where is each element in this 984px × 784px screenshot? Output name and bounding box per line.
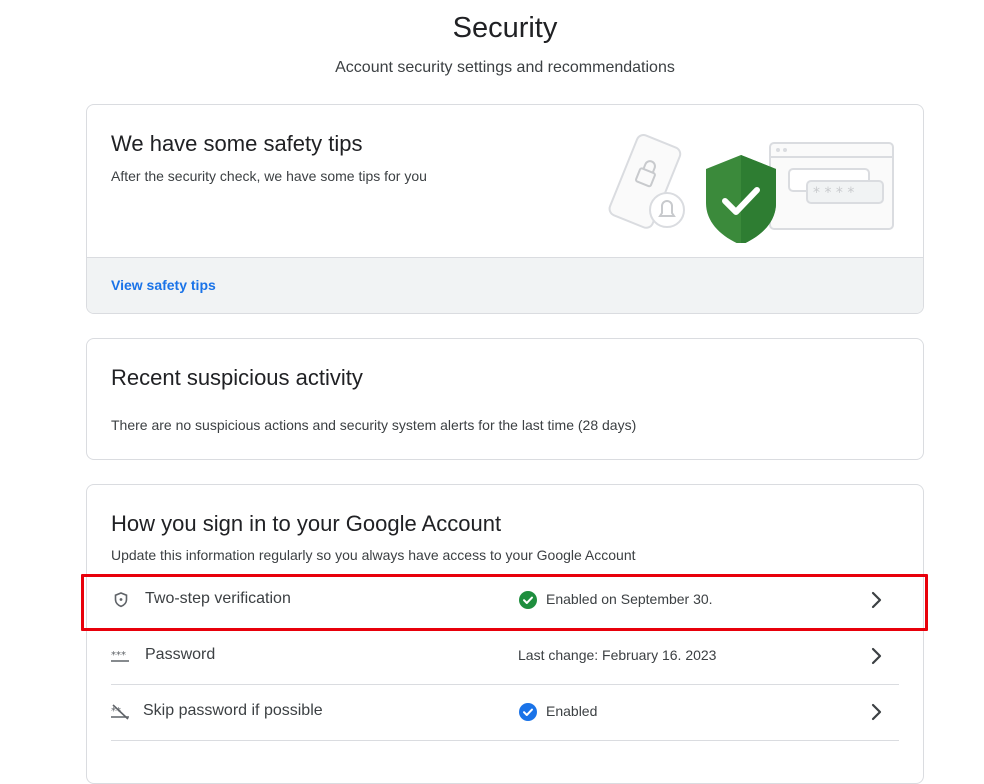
passkey-off-icon: ** <box>111 704 129 720</box>
suspicious-activity-card: Recent suspicious activity There are no … <box>86 338 924 460</box>
safety-tips-card: We have some safety tips After the secur… <box>86 104 924 314</box>
page-title: Security <box>452 12 558 44</box>
password-row[interactable]: *** Password Last change: February 16. 2… <box>111 628 899 685</box>
shield-check-icon: * * * * <box>608 134 894 243</box>
skip-password-row[interactable]: ** Skip password if possible Enabled <box>111 684 899 741</box>
signin-card: How you sign in to your Google Account U… <box>86 484 924 784</box>
chevron-right-icon <box>871 647 882 665</box>
highlight-box <box>81 574 928 631</box>
page-subtitle: Account security settings and recommenda… <box>335 59 675 76</box>
skip-password-label: Skip password if possible <box>143 702 323 719</box>
skip-password-status: Enabled <box>546 703 598 719</box>
signin-title: How you sign in to your Google Account <box>111 511 502 536</box>
svg-text:* * * *: * * * * <box>813 185 854 201</box>
blue-check-icon <box>519 703 537 721</box>
safety-tips-footer: View safety tips <box>87 257 923 313</box>
safety-tips-title: We have some safety tips <box>111 131 363 156</box>
signin-description: Update this information regularly so you… <box>111 547 636 563</box>
suspicious-activity-description: There are no suspicious actions and secu… <box>111 417 637 433</box>
password-label: Password <box>145 646 216 663</box>
password-dots-icon: *** <box>111 650 129 662</box>
svg-text:***: *** <box>111 650 126 661</box>
password-status: Last change: February 16. 2023 <box>518 647 717 663</box>
chevron-right-icon <box>871 703 882 721</box>
suspicious-activity-title: Recent suspicious activity <box>111 365 363 390</box>
safety-tips-description: After the security check, we have some t… <box>111 168 427 184</box>
view-safety-tips-link[interactable]: View safety tips <box>111 277 216 293</box>
